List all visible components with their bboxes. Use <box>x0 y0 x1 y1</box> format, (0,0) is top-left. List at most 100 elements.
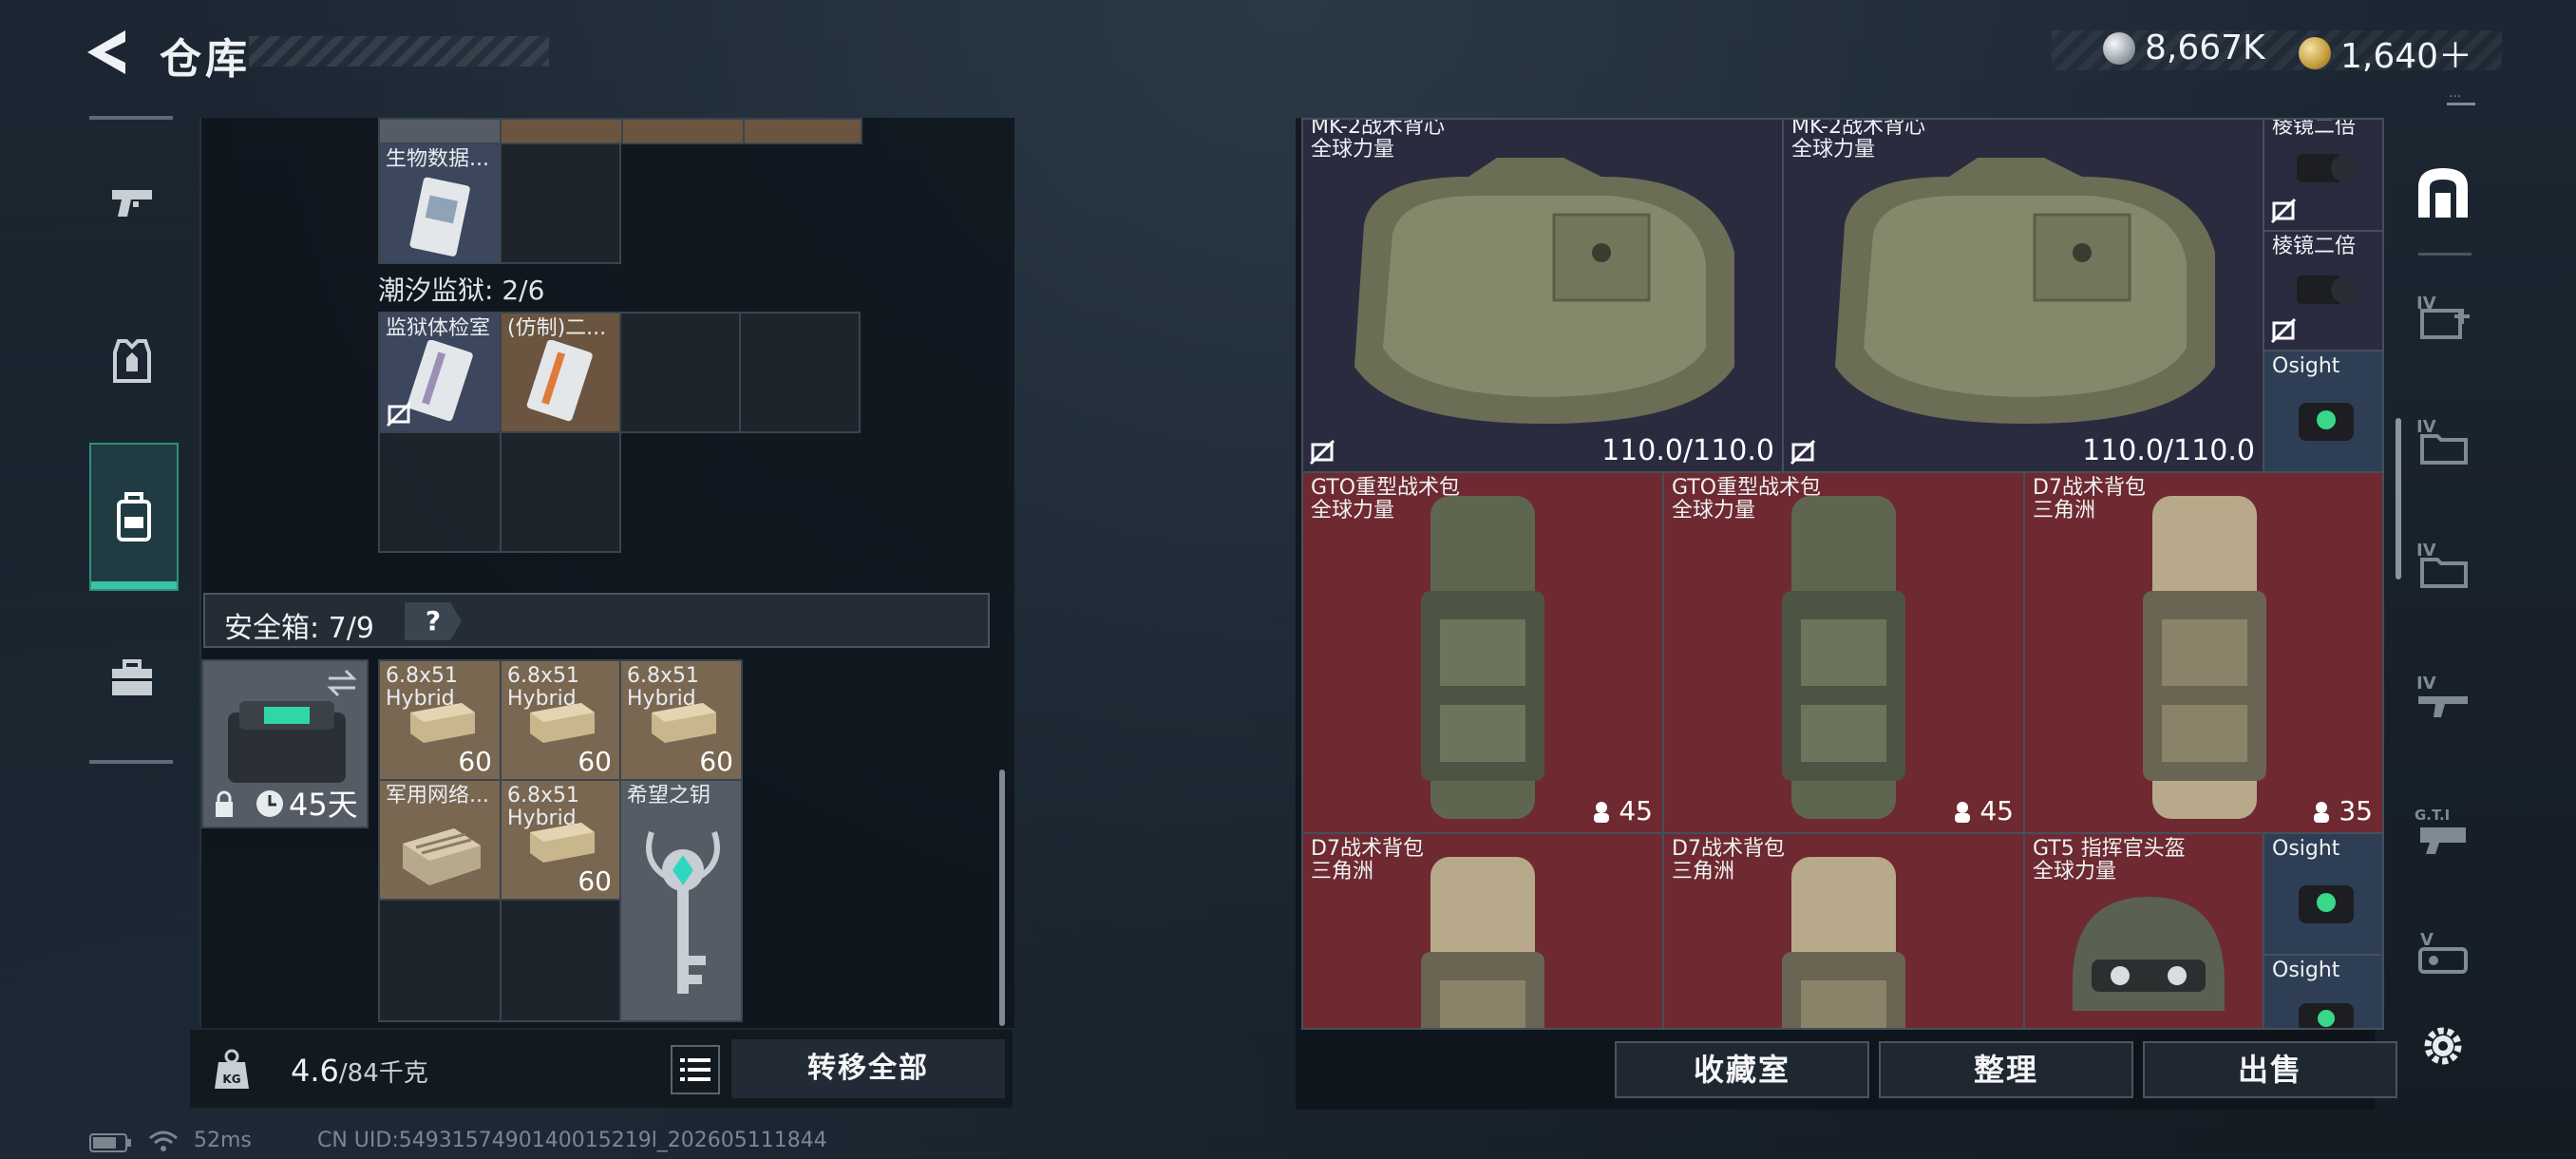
warehouse-item-d7-backpack[interactable]: D7战术背包 三角洲 <box>1662 832 2025 1030</box>
nav-frame-bottom <box>89 760 173 764</box>
stash-item-prison-exam-room[interactable]: 监狱体检室 <box>378 312 502 433</box>
item-capacity: 45 <box>1951 795 2014 826</box>
stash-cell-partial[interactable] <box>621 118 745 144</box>
weight-max: /84千克 <box>338 1059 428 1088</box>
nav-item-toolbox[interactable] <box>89 631 175 726</box>
tactical-vest-icon <box>1835 158 2215 424</box>
currency-gold[interactable]: 1,640＋ <box>2299 28 2472 78</box>
stash-cell-empty[interactable] <box>378 899 502 1022</box>
tab-medical[interactable]: IV <box>2405 274 2481 359</box>
svg-text:KG: KG <box>222 1073 240 1086</box>
stash-cell-empty[interactable] <box>378 431 502 553</box>
svg-text:IV: IV <box>2416 541 2436 560</box>
stash-cell-empty[interactable] <box>500 142 621 264</box>
currency-silver[interactable]: 8,667K <box>2103 28 2265 67</box>
safebox-timer: 45天 <box>289 787 358 823</box>
item-sub: 全球力量 <box>1672 499 1756 522</box>
warehouse-item-d7-backpack[interactable]: D7战术背包 三角洲 <box>1301 832 1664 1030</box>
tab-weapons[interactable]: IV <box>2405 654 2481 739</box>
warehouse-item-d7-backpack[interactable]: D7战术背包 三角洲 35 <box>2023 471 2384 834</box>
item-name: 棱镜二倍 <box>2272 118 2357 139</box>
battery-icon <box>89 1133 131 1152</box>
stash-cell-empty[interactable] <box>500 431 621 553</box>
stash-cell-empty[interactable] <box>500 899 621 1022</box>
warehouse-item-osight[interactable]: Osight <box>2263 832 2384 956</box>
stash-cell-empty[interactable] <box>619 312 741 433</box>
backpack-item-icon <box>2143 496 2266 819</box>
transfer-all-button[interactable]: 转移全部 <box>731 1039 1005 1098</box>
weight-readout: 4.6/84千克 <box>291 1053 428 1089</box>
svg-text:IV: IV <box>2416 417 2436 437</box>
warehouse-item-gto-backpack[interactable]: GTO重型战术包 全球力量 45 <box>1301 471 1664 834</box>
warehouse-item-osight[interactable]: Osight <box>2263 350 2384 473</box>
armor-vest-icon <box>113 339 151 383</box>
tab-warehouse[interactable] <box>2405 150 2481 236</box>
warehouse-item-mk2-vest[interactable]: MK-2战术背心 全球力量 110.0/110.0 <box>1782 118 2264 473</box>
stash-cell-partial[interactable] <box>743 118 862 144</box>
backpack-item-icon <box>1782 857 1905 1028</box>
warehouse-item-prism-scope[interactable]: 棱镜二倍 <box>2263 230 2384 352</box>
item-name: 军用网络... <box>386 785 489 808</box>
sell-button[interactable]: 出售 <box>2143 1041 2397 1098</box>
tab-vehicle[interactable]: V <box>2405 910 2481 996</box>
warehouse-item-gto-backpack[interactable]: GTO重型战术包 全球力量 45 <box>1662 471 2025 834</box>
tab-folder-1[interactable]: IV <box>2405 397 2481 483</box>
warehouse-item-mk2-vest[interactable]: MK-2战术背心 全球力量 110.0/110.0 <box>1301 118 1784 473</box>
chevron-left-icon <box>87 30 125 74</box>
item-count: 60 <box>578 746 612 777</box>
safebox-item-key-of-hope[interactable]: 希望之钥 <box>619 779 743 1022</box>
safebox-item-ammo[interactable]: 6.8x51 Hybrid 60 <box>619 659 743 781</box>
item-sub: 三角洲 <box>1672 860 1735 884</box>
item-name: Osight <box>2272 837 2340 861</box>
collection-room-button[interactable]: 收藏室 <box>1615 1041 1869 1098</box>
safebox-item-network-device[interactable]: 军用网络... <box>378 779 502 901</box>
item-name: 6.8x51 <box>507 665 580 688</box>
stash-item-bio-data[interactable]: 生物数据... <box>378 142 502 264</box>
safebox-item-ammo[interactable]: 6.8x51 Hybrid 60 <box>378 659 502 781</box>
item-name: 棱镜二倍 <box>2272 235 2357 258</box>
backpack-icon <box>117 492 151 542</box>
folder-tab-icon: IV <box>2416 417 2468 465</box>
settings-button[interactable] <box>2405 1003 2481 1089</box>
silver-amount: 8,667K <box>2145 28 2265 67</box>
item-name: 生物数据... <box>386 148 489 171</box>
page-title: 仓库 <box>160 35 251 84</box>
help-button[interactable]: ? <box>405 602 462 640</box>
nav-item-armor[interactable] <box>89 314 175 408</box>
list-view-button[interactable] <box>671 1045 720 1094</box>
back-button[interactable] <box>84 27 135 78</box>
nav-frame-top <box>89 116 173 120</box>
stash-scrollbar[interactable] <box>999 770 1005 1026</box>
backpack-item-icon <box>1421 496 1544 819</box>
stash-cell-partial[interactable] <box>500 118 623 144</box>
helmet-icon <box>2073 897 2225 1011</box>
stash-item-replica-keycard[interactable]: (仿制)二... <box>500 312 621 433</box>
folder-tab-icon-2: IV <box>2416 541 2468 588</box>
warehouse-item-gt5-helmet[interactable]: GT5 指挥官头盔 全球力量 <box>2023 832 2264 1030</box>
item-name: (仿制)二... <box>507 317 607 340</box>
safebox-item-ammo[interactable]: 6.8x51 Hybrid 60 <box>500 659 621 781</box>
warehouse-item-osight[interactable]: Osight <box>2263 954 2384 1030</box>
item-capacity: 45 <box>1590 795 1653 826</box>
sort-button[interactable]: 整理 <box>1879 1041 2133 1098</box>
safebox-item-ammo[interactable]: 6.8x51 Hybrid 60 <box>500 779 621 901</box>
item-name: 6.8x51 <box>386 665 459 688</box>
item-capacity: 35 <box>2310 795 2373 826</box>
tab-folder-2[interactable]: IV <box>2405 521 2481 606</box>
capacity-icon <box>1955 801 1971 823</box>
item-count: 60 <box>578 865 612 897</box>
nav-item-weapons[interactable] <box>89 156 175 251</box>
capacity-icon <box>1594 801 1610 823</box>
stash-cell-partial[interactable] <box>378 118 502 144</box>
red-dot-sight-icon <box>2299 403 2354 441</box>
item-count: 60 <box>699 746 733 777</box>
warehouse-scrollbar[interactable] <box>2396 418 2401 580</box>
tidal-prison-label: 潮汐监狱: 2/6 <box>378 275 545 306</box>
ammo-box-icon <box>530 703 595 743</box>
stash-cell-empty[interactable] <box>739 312 861 433</box>
safebox-container[interactable]: 45天 <box>201 659 369 828</box>
tab-gti[interactable]: G.T.I <box>2405 787 2481 872</box>
gold-coin-icon <box>2299 37 2331 69</box>
nav-item-backpack[interactable] <box>89 443 179 591</box>
warehouse-item-prism-scope[interactable]: 棱镜二倍 <box>2263 118 2384 232</box>
